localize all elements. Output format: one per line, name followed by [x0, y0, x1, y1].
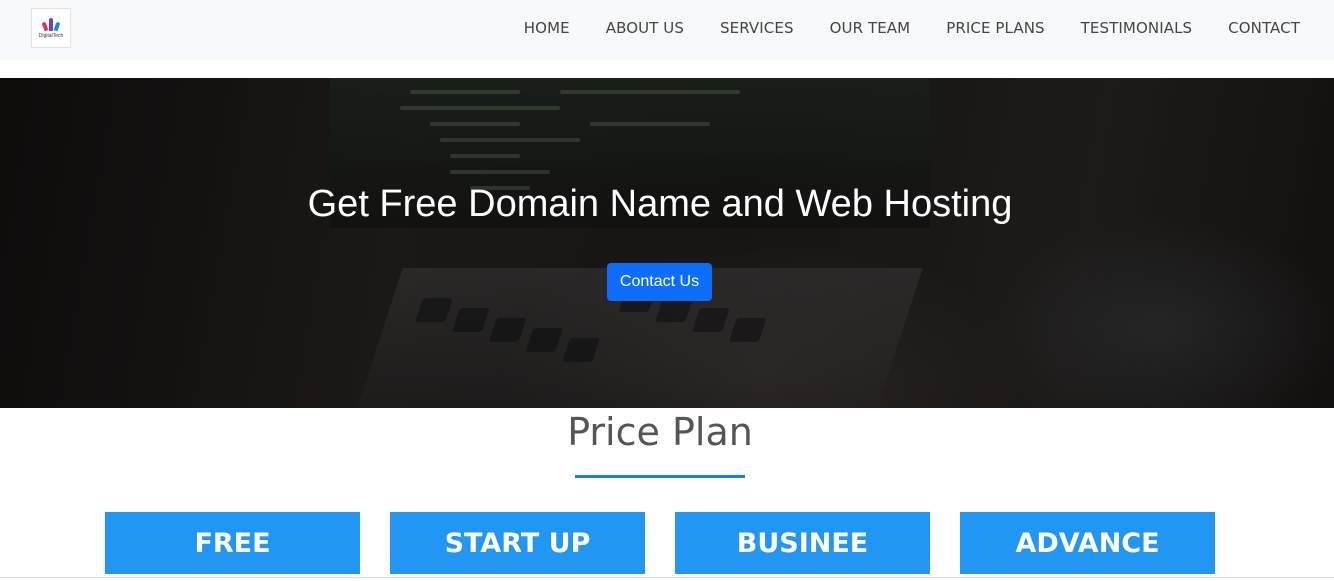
nav-price-plans[interactable]: PRICE PLANS — [928, 19, 1062, 37]
hero-title: Get Free Domain Name and Web Hosting — [307, 183, 1013, 225]
nav-services[interactable]: SERVICES — [702, 19, 812, 37]
nav-about-us[interactable]: ABOUT US — [588, 19, 702, 37]
divider — [0, 577, 1334, 578]
plan-card-start-up: START UP — [390, 512, 645, 574]
hero-banner: Get Free Domain Name and Web Hosting Con… — [0, 78, 1334, 408]
navbar: DigitalTech HOME ABOUT US SERVICES OUR T… — [0, 0, 1334, 60]
hero-overlay — [0, 78, 1334, 408]
title-underline — [575, 475, 745, 478]
logo-icon — [41, 17, 61, 32]
plan-card-free: FREE — [105, 512, 360, 574]
nav-our-team[interactable]: OUR TEAM — [812, 19, 929, 37]
brand-logo[interactable]: DigitalTech — [31, 8, 71, 48]
logo-text: DigitalTech — [38, 33, 64, 39]
main-nav: HOME ABOUT US SERVICES OUR TEAM PRICE PL… — [506, 0, 1318, 56]
nav-home[interactable]: HOME — [506, 19, 588, 37]
contact-us-button[interactable]: Contact Us — [607, 263, 712, 301]
plan-card-advance: ADVANCE — [960, 512, 1215, 574]
plan-card-businee: BUSINEE — [675, 512, 930, 574]
price-plan-title: Price Plan — [567, 410, 753, 454]
nav-contact[interactable]: CONTACT — [1210, 19, 1318, 37]
nav-testimonials[interactable]: TESTIMONIALS — [1063, 19, 1210, 37]
